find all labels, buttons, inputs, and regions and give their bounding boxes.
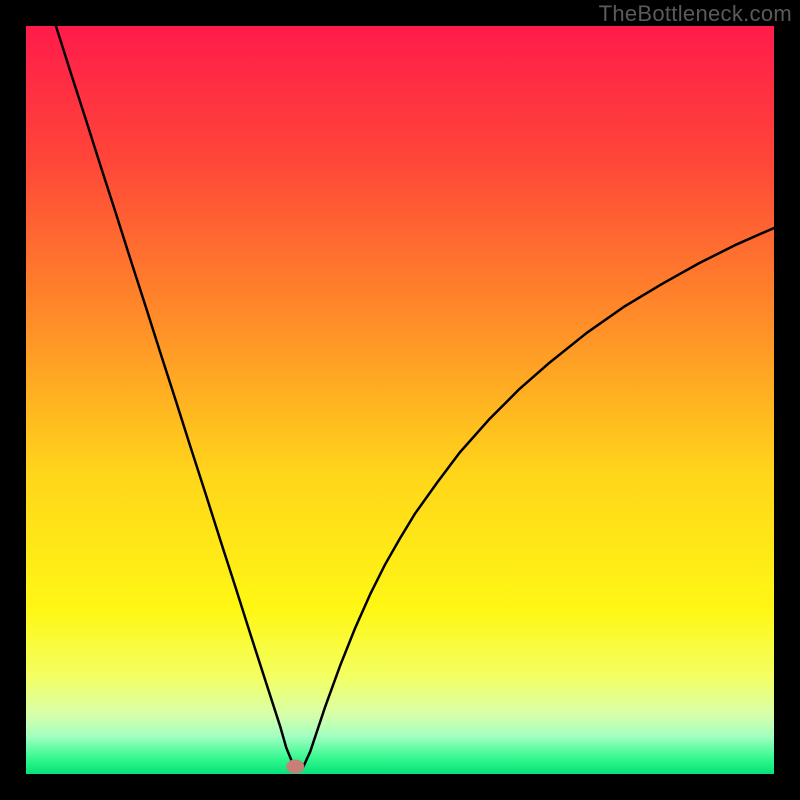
plot-area [26, 26, 774, 774]
watermark-text: TheBottleneck.com [599, 1, 792, 27]
optimal-point-marker [286, 760, 304, 774]
bottleneck-chart [26, 26, 774, 774]
gradient-background [26, 26, 774, 774]
chart-frame: TheBottleneck.com [0, 0, 800, 800]
